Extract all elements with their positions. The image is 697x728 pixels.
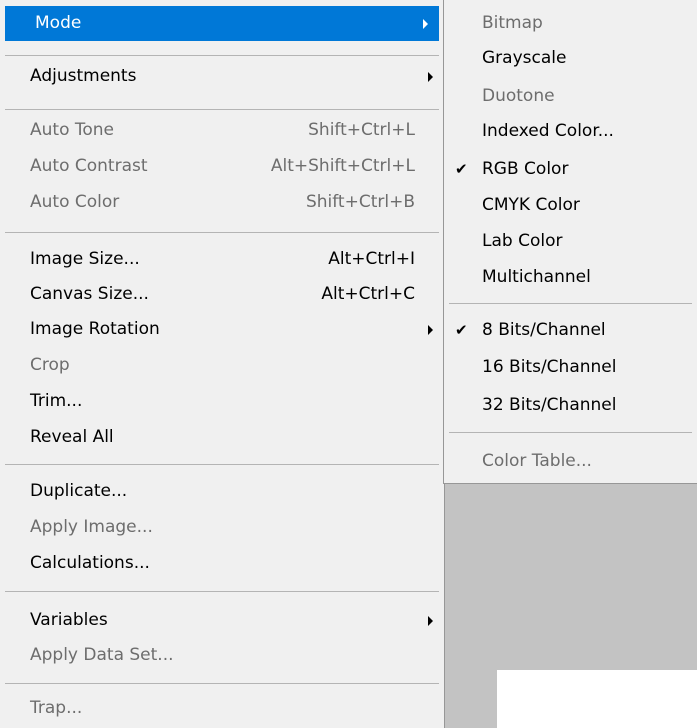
menu-item-label: Apply Image... xyxy=(30,517,153,537)
menu-item-duotone[interactable]: Duotone xyxy=(444,79,697,114)
menu-item-canvas-size[interactable]: Canvas Size... Alt+Ctrl+C xyxy=(0,277,444,312)
submenu-arrow-icon xyxy=(428,616,433,626)
menu-separator xyxy=(5,464,439,465)
menu-item-label: Adjustments xyxy=(30,66,137,86)
menu-item-label: 16 Bits/Channel xyxy=(482,357,617,377)
menu-separator xyxy=(5,683,439,684)
menu-item-label: RGB Color xyxy=(482,159,569,179)
menu-item-label: Duplicate... xyxy=(30,481,128,501)
menu-item-label: Color Table... xyxy=(482,451,592,471)
checkmark-icon: ✔ xyxy=(455,321,468,339)
menu-item-label: Reveal All xyxy=(30,427,114,447)
menu-item-multichannel[interactable]: Multichannel xyxy=(444,260,697,295)
menu-item-label: 8 Bits/Channel xyxy=(482,320,606,340)
menu-item-variables[interactable]: Variables xyxy=(0,603,444,638)
mode-submenu: Bitmap Grayscale Duotone Indexed Color..… xyxy=(443,0,697,484)
menu-item-auto-contrast[interactable]: Auto Contrast Alt+Shift+Ctrl+L xyxy=(0,149,444,184)
menu-item-label: Mode xyxy=(35,13,82,33)
menu-item-label: Multichannel xyxy=(482,267,591,287)
menu-item-apply-image[interactable]: Apply Image... xyxy=(0,510,444,545)
menu-item-cmyk-color[interactable]: CMYK Color xyxy=(444,188,697,223)
menu-item-reveal-all[interactable]: Reveal All xyxy=(0,420,444,455)
checkmark-icon: ✔ xyxy=(455,160,468,178)
menu-separator xyxy=(5,55,439,56)
menu-item-label: Image Size... xyxy=(30,249,140,269)
menu-item-label: Grayscale xyxy=(482,48,567,68)
menu-item-color-table[interactable]: Color Table... xyxy=(444,444,697,479)
menu-item-apply-data-set[interactable]: Apply Data Set... xyxy=(0,638,444,673)
menu-item-label: Bitmap xyxy=(482,13,543,33)
menu-item-label: Indexed Color... xyxy=(482,121,614,141)
image-menu: Mode Adjustments Auto Tone Shift+Ctrl+L … xyxy=(0,0,445,728)
submenu-arrow-icon xyxy=(423,19,428,29)
menu-item-shortcut: Alt+Ctrl+I xyxy=(328,249,415,269)
menu-item-duplicate[interactable]: Duplicate... xyxy=(0,474,444,509)
submenu-arrow-icon xyxy=(428,72,433,82)
submenu-arrow-icon xyxy=(428,325,433,335)
menu-item-crop[interactable]: Crop xyxy=(0,348,444,383)
menu-item-shortcut: Shift+Ctrl+L xyxy=(308,120,415,140)
menu-item-adjustments[interactable]: Adjustments xyxy=(0,59,444,94)
menu-separator xyxy=(5,109,439,110)
menu-item-label: Calculations... xyxy=(30,553,150,573)
menu-item-label: Canvas Size... xyxy=(30,284,149,304)
menu-item-shortcut: Alt+Shift+Ctrl+L xyxy=(270,156,415,176)
menu-separator xyxy=(449,303,692,304)
menu-item-bitmap[interactable]: Bitmap xyxy=(444,6,697,41)
menu-separator xyxy=(5,232,439,233)
menu-item-16-bits-channel[interactable]: 16 Bits/Channel xyxy=(444,350,697,385)
menu-item-auto-color[interactable]: Auto Color Shift+Ctrl+B xyxy=(0,185,444,220)
menu-separator xyxy=(5,591,439,592)
menu-item-trap[interactable]: Trap... xyxy=(0,691,444,726)
menu-item-shortcut: Alt+Ctrl+C xyxy=(321,284,415,304)
menu-item-8-bits-channel[interactable]: ✔ 8 Bits/Channel xyxy=(444,313,697,348)
menu-item-label: Trap... xyxy=(30,698,83,718)
menu-item-label: Lab Color xyxy=(482,231,563,251)
menu-item-label: Auto Tone xyxy=(30,120,115,140)
menu-item-auto-tone[interactable]: Auto Tone Shift+Ctrl+L xyxy=(0,113,444,148)
menu-item-lab-color[interactable]: Lab Color xyxy=(444,224,697,259)
menu-item-label: CMYK Color xyxy=(482,195,580,215)
menu-item-label: Variables xyxy=(30,610,108,630)
menu-item-rgb-color[interactable]: ✔ RGB Color xyxy=(444,152,697,187)
menu-item-label: Trim... xyxy=(30,391,83,411)
menu-item-label: Image Rotation xyxy=(30,319,160,339)
menu-item-image-size[interactable]: Image Size... Alt+Ctrl+I xyxy=(0,242,444,277)
document-canvas xyxy=(497,670,697,728)
menu-item-trim[interactable]: Trim... xyxy=(0,384,444,419)
menu-item-label: Crop xyxy=(30,355,70,375)
menu-item-label: Auto Contrast xyxy=(30,156,148,176)
menu-item-label: Apply Data Set... xyxy=(30,645,174,665)
menu-item-mode[interactable]: Mode xyxy=(5,6,439,41)
menu-item-label: Duotone xyxy=(482,86,555,106)
menu-item-image-rotation[interactable]: Image Rotation xyxy=(0,312,444,347)
menu-item-shortcut: Shift+Ctrl+B xyxy=(305,192,415,212)
menu-separator xyxy=(449,432,692,433)
menu-item-calculations[interactable]: Calculations... xyxy=(0,546,444,581)
menu-item-grayscale[interactable]: Grayscale xyxy=(444,41,697,76)
menu-item-32-bits-channel[interactable]: 32 Bits/Channel xyxy=(444,388,697,423)
menu-item-label: 32 Bits/Channel xyxy=(482,395,617,415)
menu-item-label: Auto Color xyxy=(30,192,120,212)
menu-item-indexed-color[interactable]: Indexed Color... xyxy=(444,114,697,149)
